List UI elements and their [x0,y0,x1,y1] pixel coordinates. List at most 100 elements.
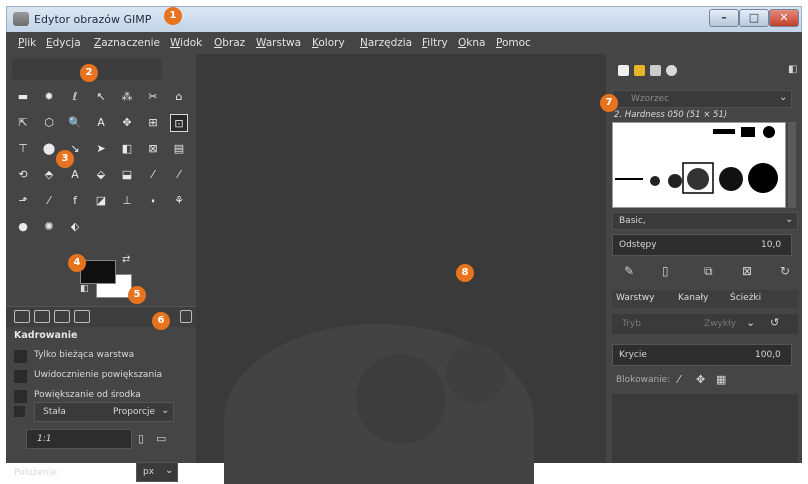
image-canvas[interactable]: 8 [196,54,606,484]
color-select-tool-icon[interactable]: ⁂ [118,88,136,106]
delete-brush-icon[interactable]: ⊠ [742,264,752,278]
layer-mode-row[interactable]: Tryb Zwykły ⌄ ↺ [612,314,798,334]
move-tool-icon[interactable]: ✥ [118,114,136,132]
heal-tool-icon[interactable]: ⬪ [144,192,162,210]
foreground-select-tool-icon[interactable]: ⌂ [170,88,188,106]
brush-filter-select[interactable]: Wzorzec ⌄ [612,90,792,108]
checkbox[interactable] [14,370,27,383]
mypaint-brush-tool-icon[interactable]: ◪ [92,192,110,210]
menu-tools[interactable]: Narzędzia [360,37,412,49]
maximize-button[interactable]: □ [739,9,769,27]
menu-select[interactable]: Zaznaczenie [94,37,160,49]
refresh-brushes-icon[interactable]: ↻ [780,264,790,278]
tool-options-tab-icon[interactable] [14,310,30,323]
landscape-icon[interactable]: ▭ [156,432,166,445]
chevron-down-icon[interactable]: ⌄ [746,316,755,329]
dodge-burn-tool-icon[interactable]: ⬖ [66,218,84,236]
window-title-bar[interactable]: Edytor obrazów GIMP – □ ✕ [6,6,802,32]
callout-badge-4: 4 [68,254,86,272]
free-select-tool-icon[interactable]: ℓ [66,88,84,106]
fixed-style-select[interactable]: Stała Proporcje ⌄ [34,402,174,422]
checkbox[interactable] [14,350,27,363]
brushes-tab-icon[interactable] [618,65,629,76]
checkbox[interactable] [14,390,27,403]
perspective-clone-tool-icon[interactable]: ⚘ [170,192,188,210]
menu-colors[interactable]: Kolory [312,37,345,49]
ellipse-select-tool-icon[interactable]: ✸ [40,88,58,106]
swap-colors-icon[interactable]: ⇄ [122,254,130,265]
menu-image[interactable]: Obraz [214,37,245,49]
menu-filters[interactable]: Filtry [422,37,448,49]
scissors-tool-icon[interactable]: ✂ [144,88,162,106]
rect-select-tool-icon[interactable]: ▬ [14,88,32,106]
fuzzy-select-tool-icon[interactable]: ↖ [92,88,110,106]
tab-layers[interactable]: Warstwy [616,293,654,303]
airbrush-tool-icon[interactable]: ⁄ [40,192,58,210]
close-button[interactable]: ✕ [769,9,799,27]
crop-tool-icon[interactable]: ⊡ [170,114,188,132]
unit-select[interactable]: px ⌄ [136,462,178,482]
measure-tool-icon[interactable]: A [92,114,110,132]
lock-position-icon[interactable]: ✥ [696,373,705,386]
edit-brush-icon[interactable]: ✎ [624,264,634,278]
brush-scrollbar[interactable] [788,122,796,208]
flip-tool-icon[interactable]: ◧ [118,140,136,158]
images-tab-icon[interactable] [74,310,90,323]
lock-pixels-icon[interactable]: ⁄ [678,373,680,386]
undo-history-tab-icon[interactable] [54,310,70,323]
brush-preview-grid[interactable] [612,122,786,208]
color-picker-tool-icon[interactable]: ⬡ [40,114,58,132]
align-tool-icon[interactable]: ⊞ [144,114,162,132]
brush-tag-select[interactable]: Basic, ⌄ [612,212,798,230]
eraser-tool-icon[interactable]: ⬏ [14,192,32,210]
unified-transform-tool-icon[interactable]: ⟲ [14,166,32,184]
ink-tool-icon[interactable]: f [66,192,84,210]
pencil-tool-icon[interactable]: ⁄ [144,166,162,184]
layers-list[interactable] [612,394,798,463]
clone-tool-icon[interactable]: ⊥ [118,192,136,210]
blur-tool-icon[interactable]: ● [14,218,32,236]
spacing-slider[interactable]: Odstępy 10,0 [612,234,792,256]
paintbrush-tool-icon[interactable]: ⁄ [170,166,188,184]
reset-colors-icon[interactable]: ◧ [80,284,89,294]
lock-alpha-icon[interactable]: ▦ [716,373,726,386]
warp-tool-icon[interactable]: ▤ [170,140,188,158]
aspect-ratio-field[interactable]: 1:1 [26,429,132,449]
zoom-tool-icon[interactable]: 🔍 [66,114,84,132]
fixed-checkbox[interactable] [14,406,25,417]
mode-reset-icon[interactable]: ↺ [770,316,779,329]
callout-badge-5: 5 [128,286,146,304]
gradient-tool-icon[interactable]: ⬓ [118,166,136,184]
text-tool-icon[interactable]: A [66,166,84,184]
tab-paths[interactable]: Ścieżki [730,293,761,303]
rotate-tool-icon[interactable]: ⊤ [14,140,32,158]
menu-edit[interactable]: Edycja [46,37,81,49]
document-history-tab-icon[interactable] [666,65,677,76]
menu-view[interactable]: Widok [170,37,202,49]
minimize-button[interactable]: – [709,9,739,27]
opacity-slider[interactable]: Krycie 100,0 [612,344,792,366]
configure-tab-icon[interactable]: ◧ [788,64,797,75]
cage-tool-icon[interactable]: ⊠ [144,140,162,158]
new-brush-icon[interactable]: ▯ [662,264,669,278]
menu-windows[interactable]: Okna [458,37,485,49]
device-status-tab-icon[interactable] [34,310,50,323]
configure-tab-icon[interactable] [180,310,192,323]
option-current-layer-only[interactable]: Tylko bieżąca warstwa [14,346,178,366]
bucket-fill-tool-icon[interactable]: ⬘ [40,166,58,184]
tab-channels[interactable]: Kanały [678,293,708,303]
portrait-icon[interactable]: ▯ [138,432,144,445]
fonts-tab-icon[interactable] [650,65,661,76]
menu-file[interactable]: Plik [18,37,36,49]
callout-badge-1: 1 [164,7,182,25]
patterns-tab-icon[interactable] [634,65,645,76]
menu-help[interactable]: Pomoc [496,37,531,49]
perspective-tool-icon[interactable]: ➤ [92,140,110,158]
duplicate-brush-icon[interactable]: ⧉ [704,264,713,279]
scale-tool-icon[interactable]: ⬤ [40,140,58,158]
smudge-tool-icon[interactable]: ✺ [40,218,58,236]
paths-tool-icon[interactable]: ⇱ [14,114,32,132]
paint-select-tool-icon[interactable]: ⬙ [92,166,110,184]
option-allow-growing[interactable]: Uwidocznienie powiększania [14,366,178,386]
menu-layer[interactable]: Warstwa [256,37,301,49]
